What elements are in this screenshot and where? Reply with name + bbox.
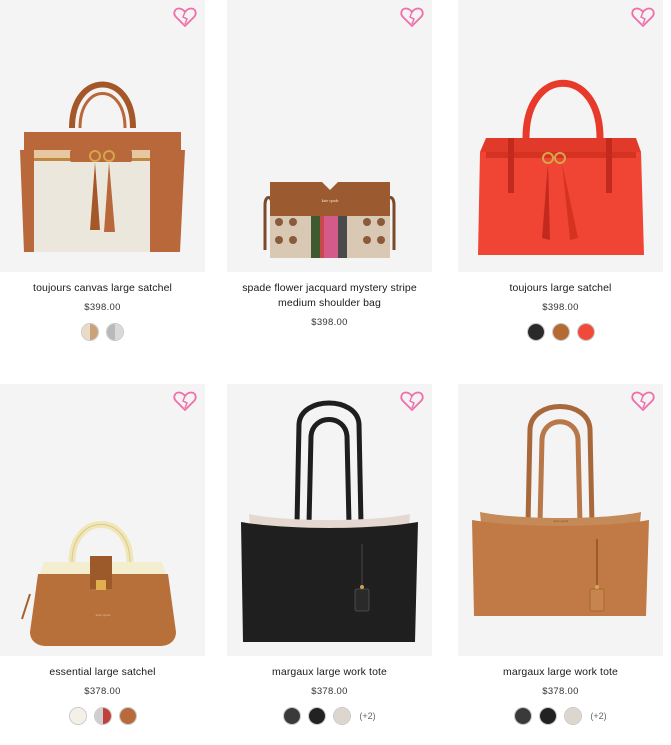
color-swatch[interactable] bbox=[283, 707, 302, 725]
canvas-satchel-image bbox=[20, 81, 185, 252]
product-name[interactable]: toujours large satchel bbox=[458, 281, 663, 296]
color-swatch[interactable] bbox=[118, 707, 137, 725]
color-swatch[interactable] bbox=[564, 707, 583, 725]
heart-icon[interactable] bbox=[631, 390, 655, 412]
product-card[interactable]: kate spade essential large satchel $378.… bbox=[0, 384, 205, 725]
color-swatches: (+2) bbox=[227, 707, 432, 725]
color-swatch[interactable] bbox=[551, 323, 570, 341]
svg-text:kate spade: kate spade bbox=[96, 613, 111, 617]
product-price: $378.00 bbox=[84, 686, 121, 697]
tan-tote-image: kate spade bbox=[472, 404, 649, 616]
product-image[interactable] bbox=[458, 0, 663, 272]
product-card[interactable]: margaux large work tote $378.00 (+2) bbox=[227, 384, 432, 725]
product-name[interactable]: margaux large work tote bbox=[458, 665, 663, 680]
product-image[interactable]: kate spade bbox=[458, 384, 663, 656]
product-card[interactable]: toujours canvas large satchel $398.00 bbox=[0, 0, 205, 341]
color-swatch[interactable] bbox=[526, 323, 545, 341]
product-image[interactable] bbox=[0, 0, 205, 272]
essential-satchel-image: kate spade bbox=[21, 521, 176, 646]
more-colors-count[interactable]: (+2) bbox=[359, 711, 375, 721]
heart-icon[interactable] bbox=[173, 6, 197, 28]
product-price: $378.00 bbox=[542, 686, 579, 697]
color-swatch[interactable] bbox=[93, 707, 112, 725]
heart-icon[interactable] bbox=[400, 390, 424, 412]
product-card[interactable]: kate spade margaux large work tote $378.… bbox=[458, 384, 663, 725]
color-swatch[interactable] bbox=[81, 323, 99, 341]
color-swatches bbox=[0, 323, 205, 341]
heart-icon[interactable] bbox=[631, 6, 655, 28]
color-swatch[interactable] bbox=[539, 707, 558, 725]
color-swatches bbox=[0, 707, 205, 725]
heart-icon[interactable] bbox=[400, 6, 424, 28]
product-image[interactable]: kate spade bbox=[227, 0, 432, 272]
product-price: $398.00 bbox=[311, 317, 348, 328]
product-card[interactable]: toujours large satchel $398.00 bbox=[458, 0, 663, 341]
product-price: $398.00 bbox=[84, 302, 121, 313]
jacquard-shoulder-bag-image: kate spade bbox=[263, 182, 396, 258]
color-swatches: (+2) bbox=[458, 707, 663, 725]
product-image[interactable] bbox=[227, 384, 432, 656]
heart-icon[interactable] bbox=[173, 390, 197, 412]
product-price: $398.00 bbox=[542, 302, 579, 313]
color-swatch[interactable] bbox=[333, 707, 352, 725]
product-name[interactable]: toujours canvas large satchel bbox=[0, 281, 205, 296]
product-image[interactable]: kate spade bbox=[0, 384, 205, 656]
svg-text:kate spade: kate spade bbox=[554, 519, 569, 523]
color-swatch[interactable] bbox=[68, 707, 87, 725]
red-satchel-image bbox=[478, 79, 644, 255]
product-price: $378.00 bbox=[311, 686, 348, 697]
color-swatch[interactable] bbox=[514, 707, 533, 725]
product-name[interactable]: essential large satchel bbox=[0, 665, 205, 680]
black-tote-image bbox=[241, 400, 418, 642]
more-colors-count[interactable]: (+2) bbox=[590, 711, 606, 721]
color-swatch[interactable] bbox=[308, 707, 327, 725]
product-name[interactable]: margaux large work tote bbox=[227, 665, 432, 680]
svg-text:kate spade: kate spade bbox=[322, 198, 339, 203]
color-swatches bbox=[458, 323, 663, 341]
product-name[interactable]: spade flower jacquard mystery stripe med… bbox=[227, 281, 432, 311]
product-card[interactable]: kate spade spade flower jacquard mystery… bbox=[227, 0, 432, 330]
color-swatch[interactable] bbox=[576, 323, 595, 341]
color-swatch[interactable] bbox=[106, 323, 124, 341]
